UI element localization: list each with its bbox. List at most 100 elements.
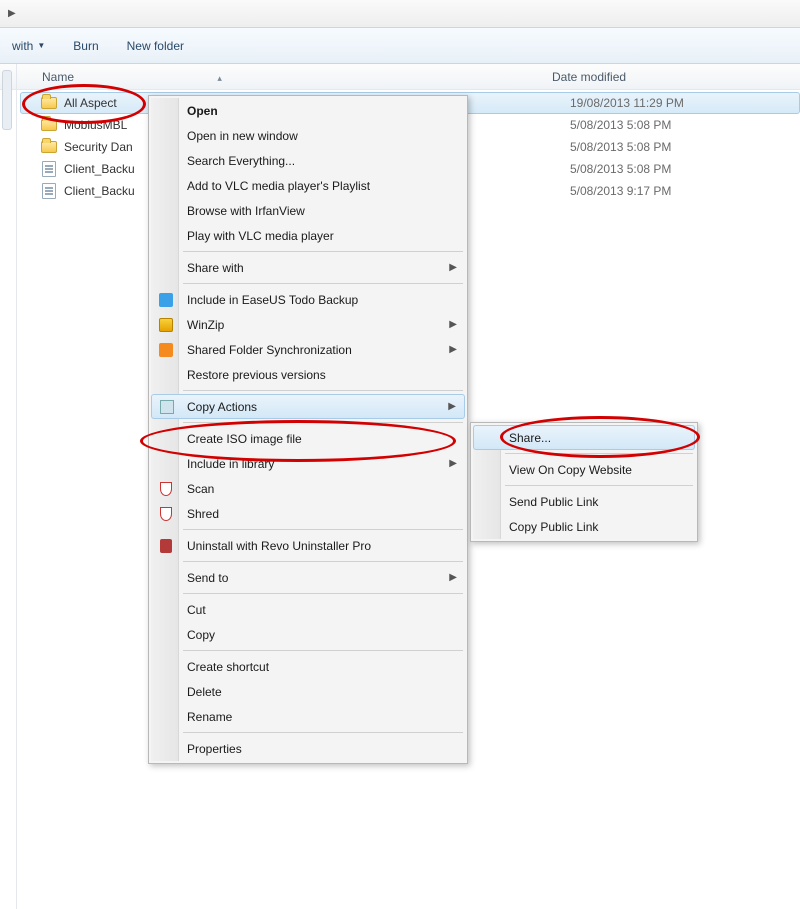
chevron-down-icon: ▼ xyxy=(37,41,45,50)
submenu-arrow-icon: ▶ xyxy=(449,319,457,330)
context-menu-item[interactable]: Send Public Link xyxy=(473,489,695,514)
context-menu-label: Copy Public Link xyxy=(509,520,598,534)
toolbar-burn-button[interactable]: Burn xyxy=(67,35,104,57)
file-date: 5/08/2013 9:17 PM xyxy=(570,184,671,198)
context-menu-item[interactable]: Scan xyxy=(151,476,465,501)
context-menu-item[interactable]: Include in EaseUS Todo Backup xyxy=(151,287,465,312)
context-menu-item[interactable]: WinZip ▶ xyxy=(151,312,465,337)
context-menu-item[interactable]: Create shortcut xyxy=(151,654,465,679)
copyact-icon xyxy=(158,398,176,416)
context-menu-label: View On Copy Website xyxy=(509,463,632,477)
context-menu-label: Play with VLC media player xyxy=(187,229,334,243)
context-menu-separator xyxy=(183,251,463,252)
context-menu-item[interactable]: Share... xyxy=(473,425,695,450)
column-header-name[interactable]: Name ▴ xyxy=(42,70,552,84)
submenu-arrow-icon: ▶ xyxy=(449,458,457,469)
submenu-arrow-icon: ▶ xyxy=(449,572,457,583)
context-menu-item[interactable]: View On Copy Website xyxy=(473,457,695,482)
context-menu-separator xyxy=(183,390,463,391)
context-menu-item[interactable]: Cut xyxy=(151,597,465,622)
context-submenu-copy-actions: Share... View On Copy Website Send Public … xyxy=(470,422,698,542)
context-menu-item[interactable]: Share with ▶ xyxy=(151,255,465,280)
context-menu-separator xyxy=(183,283,463,284)
context-menu-label: Include in EaseUS Todo Backup xyxy=(187,293,358,307)
shield-icon xyxy=(157,505,175,523)
context-menu-label: Include in library xyxy=(187,457,274,471)
folder-icon xyxy=(40,95,58,111)
toolbar-burn-label: Burn xyxy=(73,39,98,53)
context-menu-item[interactable]: Delete xyxy=(151,679,465,704)
file-date: 5/08/2013 5:08 PM xyxy=(570,140,671,154)
context-menu-label: Shred xyxy=(187,507,219,521)
file-date: 5/08/2013 5:08 PM xyxy=(570,118,671,132)
column-name-label: Name xyxy=(42,70,74,84)
context-menu-label: Copy Actions xyxy=(187,400,257,414)
toolbar: with ▼ Burn New folder xyxy=(0,28,800,64)
context-menu-label: Create ISO image file xyxy=(187,432,302,446)
context-menu-item[interactable]: Create ISO image file xyxy=(151,426,465,451)
context-menu-item[interactable]: Shred xyxy=(151,501,465,526)
folder-icon xyxy=(40,117,58,133)
context-menu-item[interactable]: Search Everything... xyxy=(151,148,465,173)
context-menu-label: Cut xyxy=(187,603,206,617)
submenu-arrow-icon: ▶ xyxy=(449,262,457,273)
revo-icon xyxy=(157,537,175,555)
context-menu-label: Rename xyxy=(187,710,232,724)
context-menu-item[interactable]: Include in library ▶ xyxy=(151,451,465,476)
submenu-arrow-icon: ▶ xyxy=(448,401,456,412)
context-menu-item[interactable]: Play with VLC media player xyxy=(151,223,465,248)
context-menu-separator xyxy=(183,561,463,562)
context-menu: Open Open in new window Search Everything.… xyxy=(148,95,468,764)
toolbar-newfolder-label: New folder xyxy=(127,39,184,53)
context-menu-label: Delete xyxy=(187,685,222,699)
sort-indicator-icon: ▴ xyxy=(217,73,222,84)
context-menu-item[interactable]: Browse with IrfanView xyxy=(151,198,465,223)
context-menu-item[interactable]: Copy Public Link xyxy=(473,514,695,539)
context-menu-label: Share... xyxy=(509,431,551,445)
context-menu-label: Send to xyxy=(187,571,228,585)
context-menu-label: Properties xyxy=(187,742,242,756)
context-menu-label: Open xyxy=(187,104,218,118)
context-menu-item[interactable]: Send to ▶ xyxy=(151,565,465,590)
context-menu-label: Share with xyxy=(187,261,244,275)
file-icon xyxy=(40,161,58,177)
toolbar-newfolder-button[interactable]: New folder xyxy=(121,35,190,57)
context-menu-item[interactable]: Shared Folder Synchronization▶ xyxy=(151,337,465,362)
context-menu-item[interactable]: Restore previous versions xyxy=(151,362,465,387)
context-menu-label: Scan xyxy=(187,482,214,496)
toolbar-with-dropdown[interactable]: with ▼ xyxy=(6,35,51,57)
context-menu-label: Copy xyxy=(187,628,215,642)
column-date-label: Date modified xyxy=(552,70,626,84)
context-menu-item[interactable]: Copy xyxy=(151,622,465,647)
context-menu-item[interactable]: Add to VLC media player's Playlist xyxy=(151,173,465,198)
context-menu-separator xyxy=(183,422,463,423)
context-menu-label: Search Everything... xyxy=(187,154,295,168)
submenu-arrow-icon: ▶ xyxy=(449,344,457,355)
sync-icon xyxy=(157,341,175,359)
context-menu-item[interactable]: Open xyxy=(151,98,465,123)
toolbar-with-label: with xyxy=(12,39,33,53)
context-menu-label: WinZip xyxy=(187,318,224,332)
context-menu-label: Send Public Link xyxy=(509,495,598,509)
file-date: 19/08/2013 11:29 PM xyxy=(570,96,684,110)
context-menu-separator xyxy=(505,485,693,486)
column-header-date[interactable]: Date modified xyxy=(552,70,800,84)
context-menu-item[interactable]: Rename xyxy=(151,704,465,729)
shield-icon xyxy=(157,480,175,498)
context-menu-item[interactable]: Open in new window xyxy=(151,123,465,148)
address-bar[interactable]: ▶ xyxy=(0,0,800,28)
context-menu-label: Open in new window xyxy=(187,129,298,143)
context-menu-item[interactable]: Properties xyxy=(151,736,465,761)
winzip-icon xyxy=(157,316,175,334)
context-menu-label: Restore previous versions xyxy=(187,368,326,382)
context-menu-label: Browse with IrfanView xyxy=(187,204,305,218)
context-menu-separator xyxy=(183,593,463,594)
context-menu-separator xyxy=(183,732,463,733)
context-menu-item[interactable]: Uninstall with Revo Uninstaller Pro xyxy=(151,533,465,558)
file-icon xyxy=(40,183,58,199)
folder-icon xyxy=(40,139,58,155)
context-menu-separator xyxy=(183,650,463,651)
context-menu-item[interactable]: Copy Actions ▶ xyxy=(151,394,465,419)
context-menu-separator xyxy=(183,529,463,530)
column-headers: Name ▴ Date modified xyxy=(0,64,800,90)
